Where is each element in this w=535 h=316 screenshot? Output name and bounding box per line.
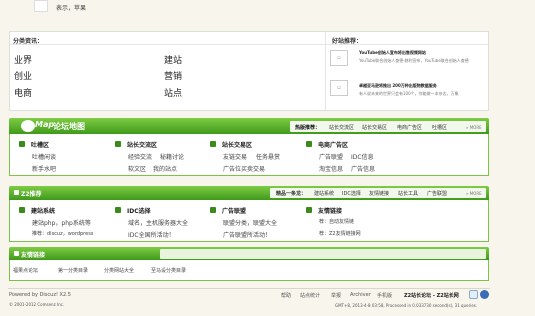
forum-map-title: 论坛地图 bbox=[53, 122, 85, 131]
hot-link-3[interactable]: 电商广告区 bbox=[397, 124, 422, 131]
hot-link-2[interactable]: 站长交易区 bbox=[362, 124, 387, 131]
trade-link-2[interactable]: 任务悬赏 bbox=[256, 152, 280, 161]
group-icon-ads bbox=[306, 141, 312, 147]
exchange-link-2[interactable]: 秘籍讨论 bbox=[160, 152, 184, 161]
friend-link-3[interactable]: 分类网站大全 bbox=[104, 267, 134, 274]
forum-map-hot-label: 热版推荐： bbox=[295, 124, 320, 131]
forum-map-more[interactable]: » MORE bbox=[466, 125, 482, 130]
friend-desc-1: YouTube联合创始人查德·赫利宣布，YouTube联合创始人查德 bbox=[359, 58, 469, 63]
z2-right-link-1[interactable]: 建站系统 bbox=[314, 190, 334, 197]
group-icon-exchange bbox=[115, 141, 121, 147]
category-link-marketing[interactable]: 营销 bbox=[164, 69, 182, 82]
top-avatar[interactable] bbox=[34, 0, 48, 12]
map-logo-text: Map bbox=[35, 120, 55, 129]
globe-badge-icon bbox=[480, 290, 489, 299]
category-panel bbox=[9, 31, 489, 111]
z2-idc-line1[interactable]: 域名，主机服务器大全 bbox=[128, 218, 188, 227]
z2-group-cms[interactable]: 建站系统 bbox=[31, 206, 55, 215]
category-vertical-divider bbox=[325, 32, 326, 110]
hot-link-1[interactable]: 站长交流区 bbox=[329, 124, 354, 131]
z2-icon-idc bbox=[115, 207, 121, 213]
tucao-link-1[interactable]: 吐槽闲谈 bbox=[32, 152, 56, 161]
friend-thumb-1[interactable]: ▫ bbox=[330, 50, 348, 66]
z2-idc-line2[interactable]: IDC全国所活动！ bbox=[128, 230, 175, 239]
z2-more[interactable]: » MORE bbox=[466, 191, 482, 196]
friend-link-1[interactable]: 福果点论坛 bbox=[13, 267, 38, 274]
ads-link-4[interactable]: 广告信息 bbox=[351, 164, 375, 173]
z2-right-label: 精品一条龙： bbox=[276, 191, 307, 197]
z2-right-link-5[interactable]: 广告联盟 bbox=[427, 190, 447, 197]
z2-icon-links bbox=[306, 207, 312, 213]
friends-title: 好站推荐： bbox=[332, 38, 363, 45]
category-link-build[interactable]: 建站 bbox=[164, 53, 182, 66]
trade-link-1[interactable]: 友链交易 bbox=[223, 152, 247, 161]
friend-link-4[interactable]: 至马设分类目录 bbox=[151, 267, 186, 274]
trade-link-3[interactable]: 广告位买卖交易 bbox=[223, 164, 265, 173]
footer-stats: GMT+8, 2013-4-8 03:58, Processed in 0.03… bbox=[335, 303, 478, 308]
footer-nav-mobile[interactable]: 手机版 bbox=[377, 292, 392, 299]
z2-right-link-3[interactable]: 友情链接 bbox=[369, 190, 389, 197]
z2-group-links[interactable]: 友情链接 bbox=[318, 206, 342, 215]
category-link-sites[interactable]: 站点 bbox=[164, 86, 182, 99]
links-title-icon bbox=[14, 251, 19, 256]
security-badge-icon bbox=[469, 290, 478, 299]
links-title: 友情链接 bbox=[21, 252, 46, 259]
z2-ads-line2[interactable]: 广告联盟所活动！ bbox=[223, 230, 271, 239]
z2-cms-line1[interactable]: 建站php，php系统等 bbox=[32, 218, 91, 227]
footer-divider bbox=[8, 288, 490, 289]
category-link-startup[interactable]: 创业 bbox=[14, 69, 32, 82]
exchange-link-3[interactable]: 软文区 bbox=[128, 164, 146, 173]
friend-thumb-2[interactable]: ▫ bbox=[330, 80, 348, 96]
group-icon-tucao bbox=[19, 141, 25, 147]
footer-site[interactable]: Z2站长论坛 - Z2站长网 bbox=[404, 292, 459, 299]
z2-title: Z2推荐 bbox=[21, 191, 42, 198]
friend-desc-2: 有人说未来的世界只会有100个，你能做一本杂志，万象 bbox=[359, 91, 459, 96]
ads-link-2[interactable]: IDC信息 bbox=[351, 152, 374, 161]
z2-links-line2[interactable]: 荐：Z2友情链接网 bbox=[319, 230, 361, 237]
footer-copyright: © 2001-2012 Comsenz Inc. bbox=[9, 302, 65, 307]
group-tucao[interactable]: 吐槽区 bbox=[31, 140, 49, 149]
links-strip bbox=[160, 249, 486, 259]
z2-title-icon bbox=[14, 190, 19, 195]
ads-link-1[interactable]: 广告联盟 bbox=[319, 152, 343, 161]
z2-group-ads[interactable]: 广告联盟 bbox=[222, 206, 246, 215]
z2-icon-ads bbox=[210, 207, 216, 213]
ads-link-3[interactable]: 淘宝信息 bbox=[319, 164, 343, 173]
map-logo-icon bbox=[21, 120, 35, 132]
z2-right-link-4[interactable]: 站长工具 bbox=[398, 190, 418, 197]
hot-link-4[interactable]: 吐槽区 bbox=[432, 124, 447, 131]
group-ads[interactable]: 电商广告区 bbox=[318, 140, 348, 149]
footer-nav-stats[interactable]: 站点统计 bbox=[300, 292, 320, 299]
footer-nav-archiver[interactable]: Archiver bbox=[350, 292, 371, 298]
category-header-divider bbox=[10, 44, 488, 45]
z2-group-idc[interactable]: IDC选择 bbox=[127, 206, 151, 215]
top-caption: 表示，苹果 bbox=[56, 5, 87, 12]
exchange-link-1[interactable]: 经验交流 bbox=[128, 152, 152, 161]
footer-powered[interactable]: Powered by Discuz! X2.5 bbox=[9, 292, 71, 298]
z2-icon-cms bbox=[19, 207, 25, 213]
hot-label-text: 热版推荐： bbox=[295, 125, 321, 131]
footer-nav-help[interactable]: 帮助 bbox=[281, 292, 291, 299]
friend-title-2[interactable]: 卓越亚马逊将推出 200万种出版物数据服务 bbox=[359, 83, 437, 89]
group-icon-trade bbox=[210, 141, 216, 147]
z2-ads-line1[interactable]: 联盟分类，联盟大全 bbox=[223, 218, 277, 227]
group-exchange[interactable]: 站长交流区 bbox=[127, 140, 157, 149]
z2-cms-line2[interactable]: 推荐：discuz，wordpress bbox=[32, 230, 93, 237]
z2-links-line1[interactable]: 荐：自动友情链 bbox=[319, 218, 354, 225]
tucao-link-2[interactable]: 新手水吧 bbox=[32, 164, 56, 173]
category-link-industry[interactable]: 业界 bbox=[14, 53, 32, 66]
category-title: 分类资讯： bbox=[13, 38, 44, 45]
category-link-ecommerce[interactable]: 电商 bbox=[14, 86, 32, 99]
exchange-link-4[interactable]: 我的站点 bbox=[153, 164, 177, 173]
z2-right-link-2[interactable]: IDC选择 bbox=[342, 190, 361, 197]
friend-link-2[interactable]: 第一分类目录 bbox=[58, 267, 88, 274]
friend-title-1[interactable]: YouTube创始人宣布将出售视频网站 bbox=[359, 50, 426, 56]
footer-nav-report[interactable]: 举报 bbox=[331, 292, 341, 299]
group-trade[interactable]: 站长交易区 bbox=[222, 140, 252, 149]
